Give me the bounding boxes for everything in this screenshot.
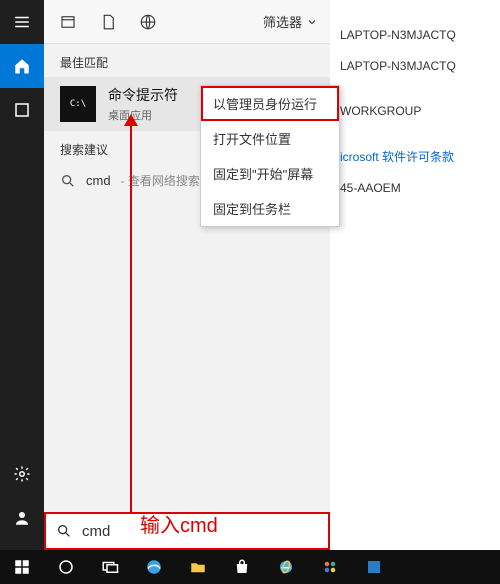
best-match-section-title: 最佳匹配 [44, 44, 330, 77]
chevron-down-icon [306, 16, 318, 28]
search-icon [56, 523, 72, 539]
ctx-pin-to-taskbar[interactable]: 固定到任务栏 [201, 191, 339, 226]
filter-label: 筛选器 [263, 12, 302, 31]
workgroup-value: WORKGROUP [340, 96, 456, 127]
annotation-arrow-line [130, 120, 132, 512]
ctx-pin-to-start[interactable]: 固定到"开始"屏幕 [201, 156, 339, 191]
annotation-text: 输入cmd [140, 509, 218, 538]
context-menu: 以管理员身份运行 打开文件位置 固定到"开始"屏幕 固定到任务栏 [200, 85, 340, 227]
start-search-panel: 筛选器 最佳匹配 C:\ 命令提示符 桌面应用 搜索建议 cmd - 查看网络搜… [44, 0, 330, 550]
computer-name-1: LAPTOP-N3MJACTQ [340, 20, 456, 51]
start-button[interactable] [0, 550, 44, 584]
file-explorer-button[interactable] [176, 550, 220, 584]
product-id-value: 45-AAOEM [340, 173, 456, 204]
documents-icon[interactable] [90, 4, 126, 40]
ctx-open-file-location[interactable]: 打开文件位置 [201, 121, 339, 156]
search-value: cmd [82, 523, 110, 540]
license-link[interactable]: icrosoft 软件许可条款 [340, 142, 456, 173]
filter-dropdown[interactable]: 筛选器 [257, 12, 324, 31]
home-button[interactable] [0, 44, 44, 88]
system-info-background: LAPTOP-N3MJACTQ LAPTOP-N3MJACTQ WORKGROU… [340, 20, 456, 204]
cmd-app-icon: C:\ [60, 86, 96, 122]
edge-browser-button[interactable] [132, 550, 176, 584]
web-icon[interactable] [130, 4, 166, 40]
taskbar [0, 550, 500, 584]
best-match-title: 命令提示符 [108, 85, 178, 105]
annotation-arrow-head [124, 114, 138, 126]
hamburger-menu-button[interactable] [0, 0, 44, 44]
settings-button[interactable] [0, 452, 44, 496]
recent-icon[interactable] [50, 4, 86, 40]
computer-name-2: LAPTOP-N3MJACTQ [340, 51, 456, 82]
best-match-subtitle: 桌面应用 [108, 107, 178, 123]
task-view-button[interactable] [88, 550, 132, 584]
apps-button[interactable] [0, 88, 44, 132]
panel-header: 筛选器 [44, 0, 330, 44]
cortana-search-button[interactable] [44, 550, 88, 584]
search-icon [60, 173, 76, 189]
ctx-run-as-admin[interactable]: 以管理员身份运行 [201, 86, 339, 121]
start-side-rail [0, 0, 44, 550]
account-button[interactable] [0, 496, 44, 540]
pinned-app-generic[interactable] [352, 550, 396, 584]
pinned-app-paint[interactable] [308, 550, 352, 584]
ie-browser-button[interactable] [264, 550, 308, 584]
suggestion-query: cmd [86, 173, 111, 188]
store-button[interactable] [220, 550, 264, 584]
